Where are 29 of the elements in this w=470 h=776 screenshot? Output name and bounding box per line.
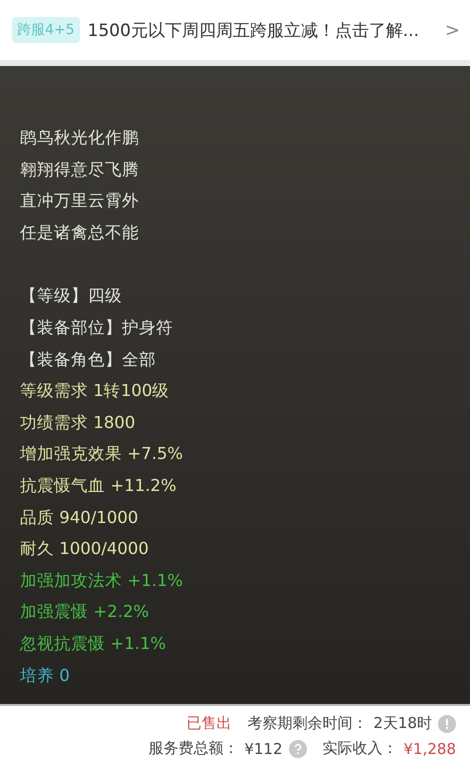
poem-line: 翱翔得意尽飞腾 xyxy=(20,158,140,181)
chevron-link[interactable]: > xyxy=(444,20,460,40)
item-stat: 加强加攻法术 +1.1% xyxy=(20,570,184,592)
item-stat: 增加强克效果 +7.5% xyxy=(20,443,184,466)
fee-value: ¥112 xyxy=(244,740,282,758)
server-tag: 跨服4+5 xyxy=(12,17,80,43)
remaining-time: 2天18时 xyxy=(373,714,432,733)
remaining-label: 考察期剩余时间： xyxy=(247,714,368,733)
income-label: 实际收入： xyxy=(322,739,398,758)
item-stat: 培养 0 xyxy=(20,664,71,686)
promo-text[interactable]: 1500元以下周四周五跨服立减！点击了解... xyxy=(88,18,437,42)
item-stat: 忽视抗震慑 +1.1% xyxy=(20,632,167,655)
item-stat: 等级需求 1转100级 xyxy=(20,380,170,402)
item-stat: 【装备角色】全部 xyxy=(20,348,157,371)
item-stat: 耐久 1000/4000 xyxy=(20,538,150,560)
item-stat: 加强震慑 +2.2% xyxy=(20,601,150,624)
poem-line: 任是诸禽总不能 xyxy=(20,222,140,244)
item-stat: 【装备部位】护身符 xyxy=(20,316,174,339)
info-icon[interactable] xyxy=(438,714,456,732)
item-stat: 品质 940/1000 xyxy=(20,506,140,529)
item-stat: 【等级】四级 xyxy=(20,285,123,308)
help-icon[interactable] xyxy=(288,740,306,758)
sold-status: 已售出 xyxy=(186,714,232,733)
poem-line: 直冲万里云霄外 xyxy=(20,190,140,212)
poem-line: 鹍鸟秋光化作鹏 xyxy=(20,127,140,149)
item-stat: 抗震慑气血 +11.2% xyxy=(20,474,178,497)
fee-label: 服务费总额： xyxy=(148,739,238,758)
income-value: ¥1,288 xyxy=(404,740,456,758)
item-stat: 功绩需求 1800 xyxy=(20,412,136,434)
